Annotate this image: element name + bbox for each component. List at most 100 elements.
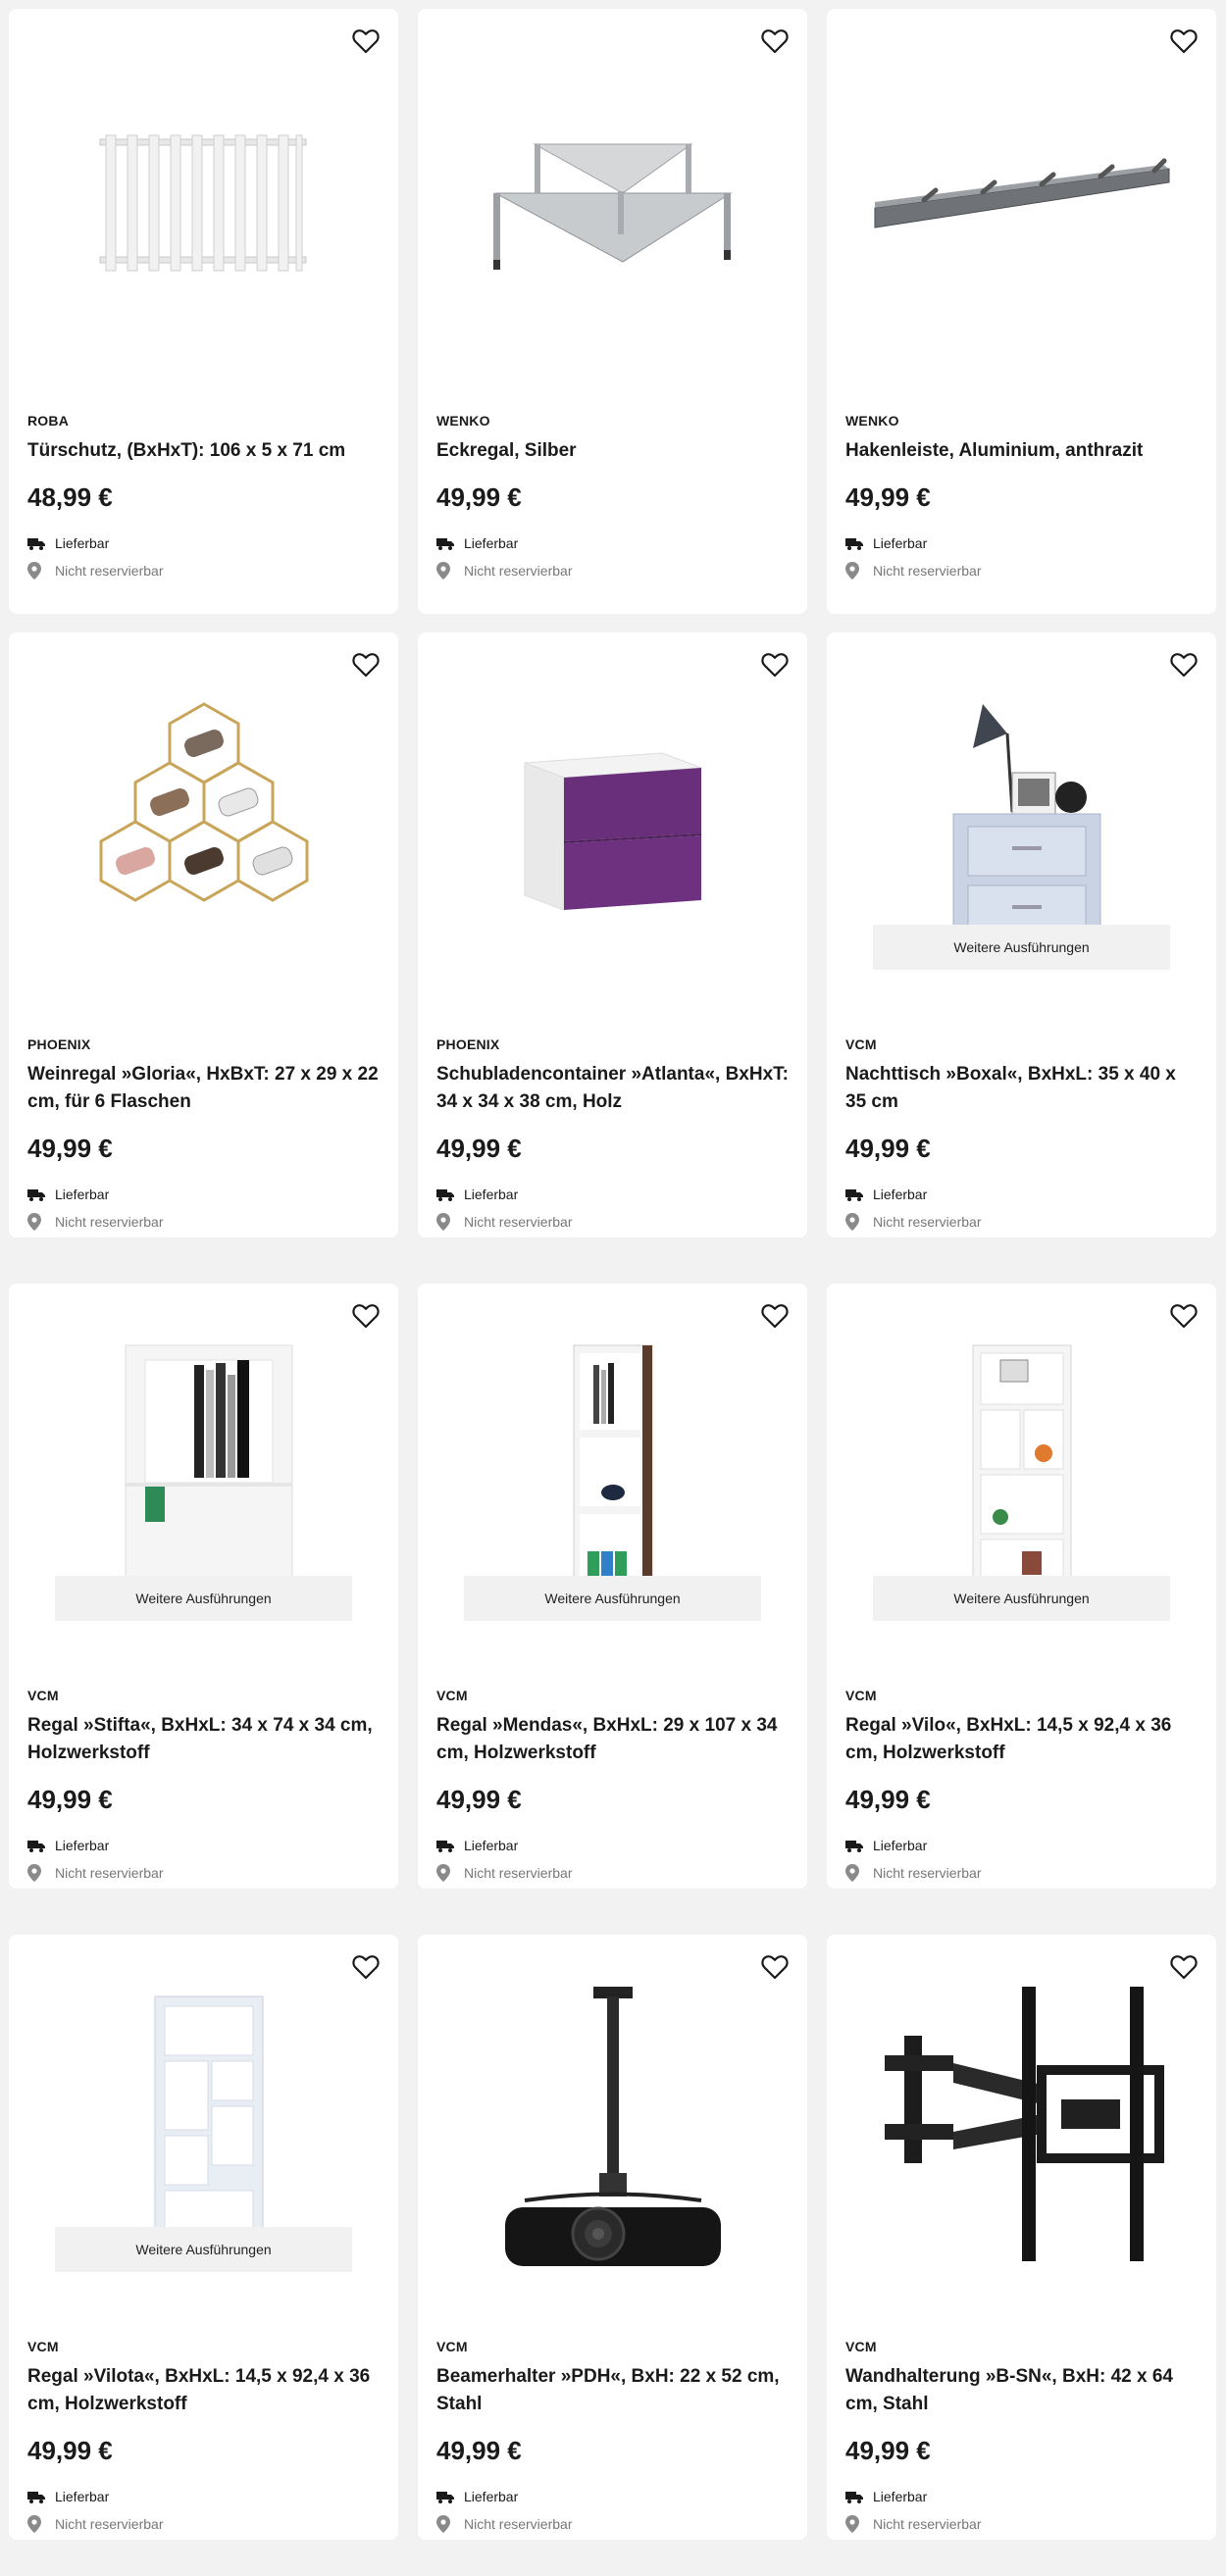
- pin-icon: [845, 1864, 867, 1882]
- reservation-row: Nicht reservierbar: [845, 1211, 1198, 1233]
- product-info: PHOENIX Weinregal »Gloria«, HxBxT: 27 x …: [27, 1036, 380, 1237]
- pin-icon: [27, 1864, 49, 1882]
- reservation-row: Nicht reservierbar: [845, 2513, 1198, 2535]
- product-info: WENKO Hakenleiste, Aluminium, anthrazit …: [845, 413, 1198, 587]
- reservation-text: Nicht reservierbar: [464, 2516, 573, 2532]
- product-card[interactable]: PHOENIX Schubladencontainer »Atlanta«, B…: [418, 632, 807, 1237]
- product-brand: VCM: [845, 1688, 877, 1703]
- product-brand: WENKO: [436, 413, 490, 429]
- product-title[interactable]: Regal »Vilo«, BxHxL: 14,5 x 92,4 x 36 cm…: [845, 1712, 1198, 1767]
- pin-icon: [845, 562, 867, 580]
- favorite-heart-icon[interactable]: [349, 1299, 383, 1333]
- product-card[interactable]: VCM Beamerhalter »PDH«, BxH: 22 x 52 cm,…: [418, 1935, 807, 2540]
- reservation-text: Nicht reservierbar: [55, 1214, 164, 1230]
- product-card[interactable]: Weitere Ausführungen VCM Regal »Stifta«,…: [9, 1284, 398, 1889]
- pin-icon: [436, 562, 458, 580]
- product-price: 49,99 €: [27, 2436, 113, 2465]
- product-title[interactable]: Eckregal, Silber: [436, 437, 789, 465]
- pin-icon: [845, 2515, 867, 2533]
- product-image[interactable]: [827, 9, 1216, 386]
- availability-row: Lieferbar: [436, 2486, 789, 2507]
- product-grid: ROBA Türschutz, (BxHxT): 106 x 5 x 71 cm…: [0, 0, 1226, 2576]
- availability-text: Lieferbar: [55, 535, 110, 551]
- truck-icon: [27, 1840, 49, 1852]
- truck-icon: [436, 537, 458, 550]
- product-card[interactable]: PHOENIX Weinregal »Gloria«, HxBxT: 27 x …: [9, 632, 398, 1237]
- product-card[interactable]: WENKO Eckregal, Silber 49,99 € Lieferbar…: [418, 9, 807, 614]
- product-price: 48,99 €: [27, 482, 113, 512]
- product-image[interactable]: [9, 9, 398, 386]
- product-title[interactable]: Beamerhalter »PDH«, BxH: 22 x 52 cm, Sta…: [436, 2363, 789, 2418]
- reservation-text: Nicht reservierbar: [873, 1865, 982, 1881]
- favorite-heart-icon[interactable]: [758, 25, 792, 58]
- product-brand: VCM: [845, 2339, 877, 2354]
- favorite-heart-icon[interactable]: [758, 1299, 792, 1333]
- product-meta: Lieferbar Nicht reservierbar: [845, 532, 1198, 581]
- product-title[interactable]: Regal »Vilota«, BxHxL: 14,5 x 92,4 x 36 …: [27, 2363, 380, 2418]
- product-card[interactable]: Weitere Ausführungen VCM Regal »Vilota«,…: [9, 1935, 398, 2540]
- product-image[interactable]: [418, 1935, 807, 2312]
- drawer-cube-image: [524, 751, 701, 911]
- more-variants-button[interactable]: Weitere Ausführungen: [464, 1576, 761, 1621]
- product-title[interactable]: Nachttisch »Boxal«, BxHxL: 35 x 40 x 35 …: [845, 1061, 1198, 1116]
- more-variants-button[interactable]: Weitere Ausführungen: [55, 2227, 352, 2272]
- pin-icon: [27, 2515, 49, 2533]
- tv-wall-mount-image: [884, 1986, 1164, 2261]
- product-meta: Lieferbar Nicht reservierbar: [436, 2486, 789, 2535]
- product-title[interactable]: Schubladencontainer »Atlanta«, BxHxT: 34…: [436, 1061, 789, 1116]
- reservation-row: Nicht reservierbar: [27, 1862, 380, 1884]
- favorite-heart-icon[interactable]: [758, 648, 792, 682]
- product-title[interactable]: Hakenleiste, Aluminium, anthrazit: [845, 437, 1198, 465]
- availability-text: Lieferbar: [464, 1187, 519, 1202]
- reservation-row: Nicht reservierbar: [436, 1211, 789, 1233]
- availability-text: Lieferbar: [873, 535, 928, 551]
- favorite-heart-icon[interactable]: [1167, 25, 1200, 58]
- product-meta: Lieferbar Nicht reservierbar: [27, 1184, 380, 1233]
- product-title[interactable]: Weinregal »Gloria«, HxBxT: 27 x 29 x 22 …: [27, 1061, 380, 1116]
- more-variants-button[interactable]: Weitere Ausführungen: [873, 925, 1170, 970]
- product-brand: PHOENIX: [436, 1036, 500, 1052]
- favorite-heart-icon[interactable]: [1167, 1299, 1200, 1333]
- product-title[interactable]: Regal »Mendas«, BxHxL: 29 x 107 x 34 cm,…: [436, 1712, 789, 1767]
- reservation-row: Nicht reservierbar: [27, 2513, 380, 2535]
- favorite-heart-icon[interactable]: [349, 648, 383, 682]
- pin-icon: [27, 1213, 49, 1231]
- favorite-heart-icon[interactable]: [758, 1950, 792, 1984]
- product-info: ROBA Türschutz, (BxHxT): 106 x 5 x 71 cm…: [27, 413, 380, 587]
- product-meta: Lieferbar Nicht reservierbar: [436, 1835, 789, 1884]
- truck-icon: [27, 1188, 49, 1201]
- product-meta: Lieferbar Nicht reservierbar: [27, 532, 380, 581]
- product-image[interactable]: [827, 1935, 1216, 2312]
- reservation-text: Nicht reservierbar: [55, 2516, 164, 2532]
- product-card[interactable]: Weitere Ausführungen VCM Nachttisch »Box…: [827, 632, 1216, 1237]
- product-card[interactable]: ROBA Türschutz, (BxHxT): 106 x 5 x 71 cm…: [9, 9, 398, 614]
- door-gate-image: [99, 134, 306, 271]
- product-card[interactable]: WENKO Hakenleiste, Aluminium, anthrazit …: [827, 9, 1216, 614]
- more-variants-button[interactable]: Weitere Ausführungen: [55, 1576, 352, 1621]
- favorite-heart-icon[interactable]: [349, 25, 383, 58]
- reservation-text: Nicht reservierbar: [464, 563, 573, 579]
- product-title[interactable]: Türschutz, (BxHxT): 106 x 5 x 71 cm: [27, 437, 380, 465]
- reservation-text: Nicht reservierbar: [55, 1865, 164, 1881]
- product-price: 49,99 €: [436, 1785, 522, 1814]
- corner-shelf-image: [492, 143, 733, 270]
- favorite-heart-icon[interactable]: [1167, 648, 1200, 682]
- reservation-text: Nicht reservierbar: [55, 563, 164, 579]
- product-card[interactable]: Weitere Ausführungen VCM Regal »Vilo«, B…: [827, 1284, 1216, 1889]
- product-info: VCM Regal »Stifta«, BxHxL: 34 x 74 x 34 …: [27, 1688, 380, 1889]
- product-card[interactable]: VCM Wandhalterung »B-SN«, BxH: 42 x 64 c…: [827, 1935, 1216, 2540]
- product-image[interactable]: [9, 632, 398, 1010]
- product-title[interactable]: Wandhalterung »B-SN«, BxH: 42 x 64 cm, S…: [845, 2363, 1198, 2418]
- favorite-heart-icon[interactable]: [1167, 1950, 1200, 1984]
- truck-icon: [845, 1188, 867, 1201]
- favorite-heart-icon[interactable]: [349, 1950, 383, 1984]
- more-variants-button[interactable]: Weitere Ausführungen: [873, 1576, 1170, 1621]
- product-title[interactable]: Regal »Stifta«, BxHxL: 34 x 74 x 34 cm, …: [27, 1712, 380, 1767]
- product-image[interactable]: [418, 9, 807, 386]
- product-meta: Lieferbar Nicht reservierbar: [27, 2486, 380, 2535]
- availability-row: Lieferbar: [845, 1184, 1198, 1205]
- reservation-row: Nicht reservierbar: [27, 560, 380, 581]
- product-card[interactable]: Weitere Ausführungen VCM Regal »Mendas«,…: [418, 1284, 807, 1889]
- product-image[interactable]: [418, 632, 807, 1010]
- truck-icon: [436, 1840, 458, 1852]
